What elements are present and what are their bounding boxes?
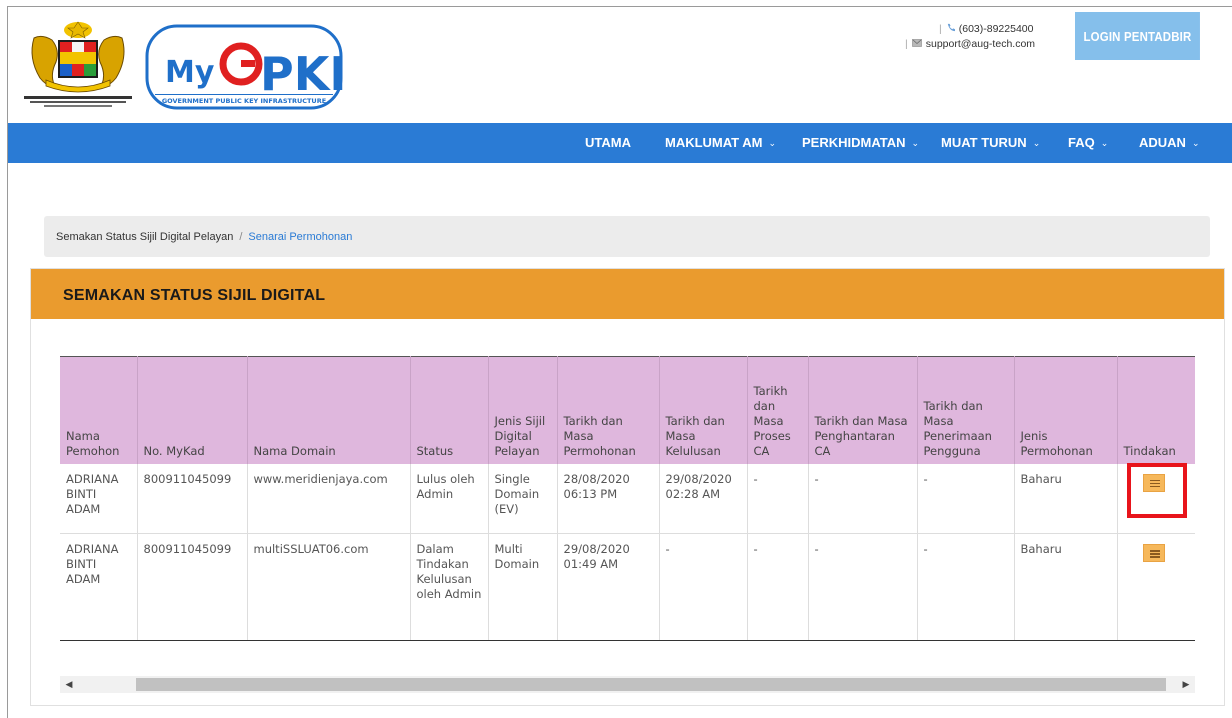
chevron-down-icon: ⌄ [1100, 138, 1109, 148]
column-header: Tarikh dan Masa Penghantaran CA [808, 356, 918, 464]
nav-label: FAQ [1068, 135, 1095, 150]
cell-jenis-permohonan: Baharu [1014, 533, 1118, 641]
column-header: Tarikh dan Masa Proses CA [747, 356, 809, 464]
horizontal-scrollbar[interactable]: ◀ ▶ [60, 676, 1195, 693]
list-icon[interactable] [1142, 544, 1165, 562]
chevron-down-icon: ⌄ [768, 138, 777, 148]
cell-jenis-sijil: Multi Domain [488, 533, 558, 641]
login-pentadbir-button[interactable]: LOGIN PENTADBIR [1075, 12, 1200, 60]
chevron-down-icon: ⌄ [1032, 138, 1041, 148]
cell-tarikh-penerimaan: - [917, 463, 1015, 534]
breadcrumb: Semakan Status Sijil Digital Pelayan / S… [44, 216, 1210, 257]
cell-nama-domain: www.meridienjaya.com [247, 463, 411, 534]
chevron-down-icon: ⌄ [911, 138, 920, 148]
cell-status: Lulus oleh Admin [410, 463, 489, 534]
nav-item-aduan[interactable]: ADUAN ⌄ [1139, 123, 1200, 163]
nav-item-utama[interactable]: UTAMA [585, 123, 631, 163]
nav-item-maklumat-am[interactable]: MAKLUMAT AM ⌄ [665, 123, 776, 163]
highlight-box [1127, 463, 1187, 518]
scroll-left-arrow-icon[interactable]: ◀ [60, 676, 78, 693]
nav-item-perkhidmatan[interactable]: PERKHIDMATAN ⌄ [802, 123, 919, 163]
nav-label: MUAT TURUN [941, 135, 1027, 150]
main-navbar: UTAMA MAKLUMAT AM ⌄ PERKHIDMATAN ⌄ MUAT … [8, 123, 1232, 163]
cell-tarikh-proses: - [747, 533, 809, 641]
cell-tarikh-proses: - [747, 463, 809, 534]
nav-label: PERKHIDMATAN [802, 135, 906, 150]
cell-nama-domain: multiSSLUAT06.com [247, 533, 411, 641]
column-header: Tarikh dan Masa Permohonan [557, 356, 660, 464]
table-row: ADRIANA BINTI ADAM 800911045099 www.meri… [60, 463, 1195, 534]
breadcrumb-separator: / [239, 230, 243, 243]
cell-tarikh-penghantaran: - [808, 463, 918, 534]
svg-text:PKI: PKI [260, 47, 343, 101]
column-header: Tarikh dan Masa Penerimaan Pengguna [917, 356, 1015, 464]
cell-nama-pemohon: ADRIANA BINTI ADAM [60, 533, 138, 641]
column-header: Nama Domain [247, 356, 411, 464]
government-crest-logo [24, 21, 132, 107]
column-header: Jenis Sijil Digital Pelayan [488, 356, 558, 464]
cell-tarikh-permohonan: 29/08/2020 01:49 AM [557, 533, 660, 641]
table-row: ADRIANA BINTI ADAM 800911045099 multiSSL… [60, 533, 1195, 641]
nav-item-faq[interactable]: FAQ ⌄ [1068, 123, 1108, 163]
column-header: No. MyKad [137, 356, 248, 464]
contact-email[interactable]: support@aug-tech.com [926, 37, 1035, 52]
envelope-icon [911, 37, 922, 52]
column-header: Tarikh dan Masa Kelulusan [659, 356, 748, 464]
cell-nama-pemohon: ADRIANA BINTI ADAM [60, 463, 138, 534]
nav-item-muat-turun[interactable]: MUAT TURUN ⌄ [941, 123, 1040, 163]
mygpki-logo: My PKI GOVERNMENT PUBLIC KEY INFRASTRUCT… [145, 24, 343, 110]
cell-tarikh-kelulusan: - [659, 533, 748, 641]
svg-text:GOVERNMENT PUBLIC KEY INFRASTR: GOVERNMENT PUBLIC KEY INFRASTRUCTURE [162, 97, 326, 105]
cell-tarikh-permohonan: 28/08/2020 06:13 PM [557, 463, 660, 534]
scroll-thumb[interactable] [136, 678, 1166, 691]
column-header: Jenis Permohonan [1014, 356, 1118, 464]
contact-phone: (603)-89225400 [958, 23, 1034, 35]
cell-tarikh-kelulusan: 29/08/2020 02:28 AM [659, 463, 748, 534]
phone-icon [946, 22, 955, 37]
nav-label: ADUAN [1139, 135, 1186, 150]
svg-text:My: My [165, 55, 215, 90]
cell-jenis-permohonan: Baharu [1014, 463, 1118, 534]
breadcrumb-parent[interactable]: Semakan Status Sijil Digital Pelayan [56, 231, 233, 243]
cell-mykad: 800911045099 [137, 463, 248, 534]
application-table: Nama Pemohon No. MyKad Nama Domain Statu… [60, 356, 1195, 641]
cell-tarikh-penerimaan: - [917, 533, 1015, 641]
column-header: Nama Pemohon [60, 356, 138, 464]
nav-label: UTAMA [585, 135, 631, 150]
panel-title: SEMAKAN STATUS SIJIL DIGITAL [63, 287, 326, 304]
cell-tarikh-penghantaran: - [808, 533, 918, 641]
column-header: Tindakan [1117, 356, 1195, 464]
cell-tindakan [1117, 533, 1195, 641]
column-header: Status [410, 356, 489, 464]
cell-status: Dalam Tindakan Kelulusan oleh Admin [410, 533, 489, 641]
table-header-row: Nama Pemohon No. MyKad Nama Domain Statu… [60, 356, 1195, 464]
contact-info: | (603)-89225400 | support@aug-tech.com [905, 22, 1036, 52]
nav-label: MAKLUMAT AM [665, 135, 763, 150]
cell-jenis-sijil: Single Domain (EV) [488, 463, 558, 534]
chevron-down-icon: ⌄ [1191, 138, 1200, 148]
panel-header: SEMAKAN STATUS SIJIL DIGITAL [31, 269, 1224, 319]
breadcrumb-current[interactable]: Senarai Permohonan [248, 231, 352, 243]
scroll-right-arrow-icon[interactable]: ▶ [1177, 676, 1195, 693]
cell-mykad: 800911045099 [137, 533, 248, 641]
